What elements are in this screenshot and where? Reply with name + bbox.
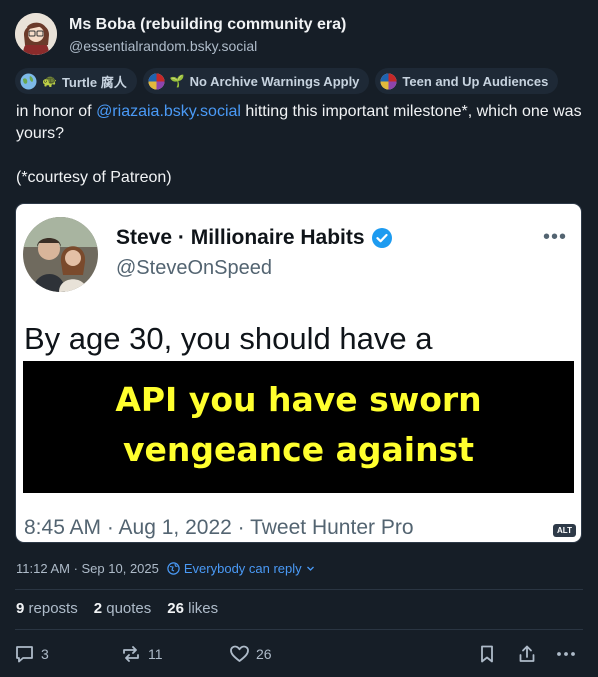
reply-count: 3 <box>41 646 49 662</box>
author-avatar[interactable] <box>15 13 57 55</box>
avatar-illustration-icon <box>15 13 57 55</box>
label-chip-turtle[interactable]: 🐢 Turtle 腐人 <box>15 68 137 94</box>
tweet-avatar <box>23 217 98 292</box>
embedded-image[interactable]: Steve · Millionaire Habits @SteveOnSpeed… <box>15 203 582 543</box>
divider <box>15 629 583 630</box>
ao3-icon <box>148 73 165 90</box>
reply-button[interactable]: 3 <box>14 644 49 664</box>
repost-icon <box>123 646 139 662</box>
likes-stat[interactable]: 26 likes <box>167 600 218 617</box>
sprout-icon: 🌱 <box>169 74 185 88</box>
reply-icon <box>16 646 33 663</box>
reposts-stat[interactable]: 9 reposts <box>16 600 78 617</box>
post-thread-item: Ms Boba (rebuilding community era) @esse… <box>0 0 598 677</box>
engagement-stats: 9 reposts 2 quotes 26 likes <box>16 600 218 617</box>
share-button[interactable] <box>517 644 537 664</box>
alt-text-badge[interactable]: ALT <box>553 524 576 537</box>
post-footnote: (*courtesy of Patreon) <box>16 169 172 186</box>
heart-icon <box>230 645 249 662</box>
post-timestamp[interactable]: 11:12 AM · Sep 10, 2025 <box>16 561 159 576</box>
bookmark-button[interactable] <box>478 644 496 664</box>
author-display-name[interactable]: Ms Boba (rebuilding community era) <box>69 16 346 34</box>
tweet-author-name: Steve · Millionaire Habits <box>116 226 393 250</box>
reply-setting-label: Everybody can reply <box>183 561 302 576</box>
like-count: 26 <box>256 646 272 662</box>
tweet-timestamp: 8:45 AM · Aug 1, 2022 · Tweet Hunter Pro <box>24 516 414 539</box>
post-text: in honor of @riazaia.bsky.social hitting… <box>16 101 584 189</box>
tweet-author-handle: @SteveOnSpeed <box>116 257 272 279</box>
author-handle[interactable]: @essentialrandom.bsky.social <box>69 38 257 54</box>
label-chip-teen-audiences[interactable]: Teen and Up Audiences <box>375 68 559 94</box>
meme-line-1: API you have sworn <box>115 380 482 419</box>
bookmark-icon <box>481 645 493 663</box>
turtle-icon: 🐢 <box>42 74 57 88</box>
more-options-button[interactable] <box>555 644 577 664</box>
content-labels: 🐢 Turtle 腐人 🌱 No Archive Warnings Apply … <box>15 68 559 94</box>
meme-caption-box: API you have sworn vengeance against <box>23 361 574 493</box>
ao3-icon <box>380 73 397 90</box>
mention-link[interactable]: @riazaia.bsky.social <box>96 103 241 120</box>
post-actions: 3 11 26 <box>14 644 582 666</box>
label-text: No Archive Warnings Apply <box>189 73 360 89</box>
tweet-name-text: Steve · Millionaire Habits <box>116 226 365 249</box>
meme-line-2: vengeance against <box>123 430 474 469</box>
repost-button[interactable]: 11 <box>120 644 163 664</box>
reply-setting-button[interactable]: Everybody can reply <box>167 561 315 576</box>
repost-count: 11 <box>148 646 163 662</box>
label-chip-no-archive-warnings[interactable]: 🌱 No Archive Warnings Apply <box>142 68 370 94</box>
chevron-down-icon <box>306 566 314 571</box>
share-icon <box>519 645 535 662</box>
like-button[interactable]: 26 <box>229 644 272 664</box>
tweet-more-icon: ••• <box>542 226 567 248</box>
verified-badge-icon <box>371 228 392 248</box>
globe-icon <box>167 562 180 575</box>
globe-icon <box>20 73 37 90</box>
post-text-before: in honor of <box>16 103 97 120</box>
more-icon <box>557 652 575 656</box>
tweet-text: By age 30, you should have a <box>24 321 433 356</box>
quotes-stat[interactable]: 2 quotes <box>94 600 152 617</box>
post-meta: 11:12 AM · Sep 10, 2025 Everybody can re… <box>16 561 315 576</box>
divider <box>15 589 583 590</box>
label-text: Turtle 腐人 <box>61 74 127 90</box>
label-text: Teen and Up Audiences <box>402 73 549 89</box>
